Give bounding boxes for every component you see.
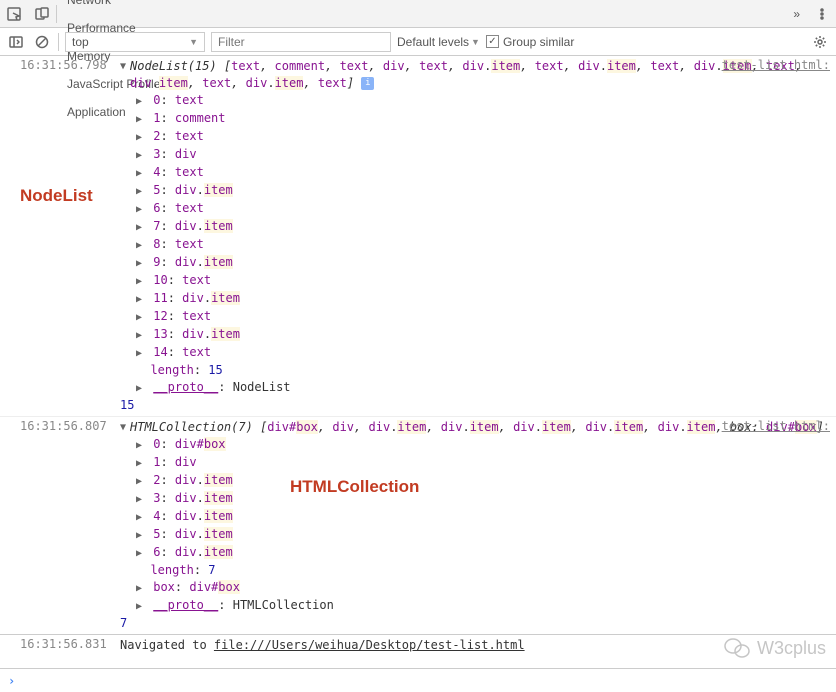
group-similar-checkbox[interactable]: ✓ Group similar (486, 35, 574, 49)
list-item[interactable]: ▶ 1: comment (136, 110, 826, 128)
list-item[interactable]: ▶ 3: div.item (136, 490, 826, 508)
list-item[interactable]: ▶ 13: div.item (136, 326, 826, 344)
chevron-down-icon: ▼ (471, 37, 480, 47)
list-item[interactable]: ▶ 1: div (136, 454, 826, 472)
list-item[interactable]: ▶ 9: div.item (136, 254, 826, 272)
box-property[interactable]: ▶ box: div#box (136, 579, 826, 597)
group-similar-label: Group similar (503, 35, 574, 49)
nav-url[interactable]: file:///Users/weihua/Desktop/test-list.h… (214, 638, 525, 652)
console-prompt[interactable]: › (0, 668, 836, 692)
list-item[interactable]: ▶ 12: text (136, 308, 826, 326)
divider (58, 33, 59, 51)
timestamp: 16:31:56.798 (20, 58, 107, 72)
list-item[interactable]: ▶ 2: text (136, 128, 826, 146)
timestamp: 16:31:56.807 (20, 419, 107, 433)
length-property[interactable]: length: 7 (136, 562, 826, 579)
length-property[interactable]: length: 15 (136, 362, 826, 379)
list-item[interactable]: ▶ 3: div (136, 146, 826, 164)
expander-icon[interactable]: ▼ (120, 58, 130, 75)
trailing-value: 15 (120, 397, 826, 414)
list-item[interactable]: ▶ 14: text (136, 344, 826, 362)
inspect-icon[interactable] (0, 0, 28, 28)
sidebar-toggle-icon[interactable] (6, 32, 26, 52)
list-item[interactable]: ▶ 0: text (136, 92, 826, 110)
list-item[interactable]: ▶ 8: text (136, 236, 826, 254)
list-item[interactable]: ▶ 6: text (136, 200, 826, 218)
source-link[interactable]: test-list.html: (722, 58, 830, 72)
more-icon[interactable] (808, 0, 836, 28)
list-item[interactable]: ▶ 6: div.item (136, 544, 826, 562)
list-item[interactable]: ▶ 7: div.item (136, 218, 826, 236)
console-message-htmlcollection: 16:31:56.807 test-list.html: ▼ HTMLColle… (0, 416, 836, 634)
list-item[interactable]: ▶ 11: div.item (136, 290, 826, 308)
timestamp: 16:31:56.831 (20, 637, 107, 651)
htmlcollection-items: ▶ 0: div#box▶ 1: div▶ 2: div.item▶ 3: di… (136, 436, 826, 632)
list-item[interactable]: ▶ 5: div.item (136, 526, 826, 544)
nodelist-items: ▶ 0: text▶ 1: comment▶ 2: text▶ 3: div▶ … (136, 92, 826, 414)
context-value: top (72, 35, 89, 49)
list-item[interactable]: ▶ 0: div#box (136, 436, 826, 454)
tab-network[interactable]: Network (57, 0, 174, 14)
prompt-chevron-icon: › (8, 674, 15, 688)
chevron-down-icon: ▼ (189, 37, 198, 47)
list-item[interactable]: ▶ 5: div.item (136, 182, 826, 200)
console-output: 16:31:56.798 test-list.html: ▼ NodeList(… (0, 56, 836, 668)
list-item[interactable]: ▶ 4: div.item (136, 508, 826, 526)
filter-input[interactable] (211, 32, 391, 52)
annotation-nodelist: NodeList (20, 186, 93, 206)
list-item[interactable]: ▶ 2: div.item (136, 472, 826, 490)
context-selector[interactable]: top ▼ (65, 32, 205, 52)
device-icon[interactable] (28, 0, 56, 28)
trailing-value: 7 (120, 615, 826, 632)
source-link[interactable]: test-list.html: (722, 419, 830, 433)
list-item[interactable]: ▶ 10: text (136, 272, 826, 290)
console-message-navigation: 16:31:56.831 Navigated to file:///Users/… (0, 634, 836, 656)
expander-icon[interactable]: ▼ (120, 419, 130, 436)
log-levels-dropdown[interactable]: Default levels ▼ (397, 35, 480, 49)
list-item[interactable]: ▶ 4: text (136, 164, 826, 182)
devtools-tabs: ElementsConsoleSourcesNetworkPerformance… (0, 0, 836, 28)
proto-property[interactable]: ▶ __proto__: NodeList (136, 379, 826, 397)
settings-icon[interactable] (810, 32, 830, 52)
clear-console-icon[interactable] (32, 32, 52, 52)
tabs-overflow-icon[interactable]: » (785, 7, 808, 21)
checkbox-icon: ✓ (486, 35, 499, 48)
nav-prefix: Navigated to (120, 638, 214, 652)
proto-property[interactable]: ▶ __proto__: HTMLCollection (136, 597, 826, 615)
console-message-nodelist: 16:31:56.798 test-list.html: ▼ NodeList(… (0, 56, 836, 416)
levels-label: Default levels (397, 35, 469, 49)
